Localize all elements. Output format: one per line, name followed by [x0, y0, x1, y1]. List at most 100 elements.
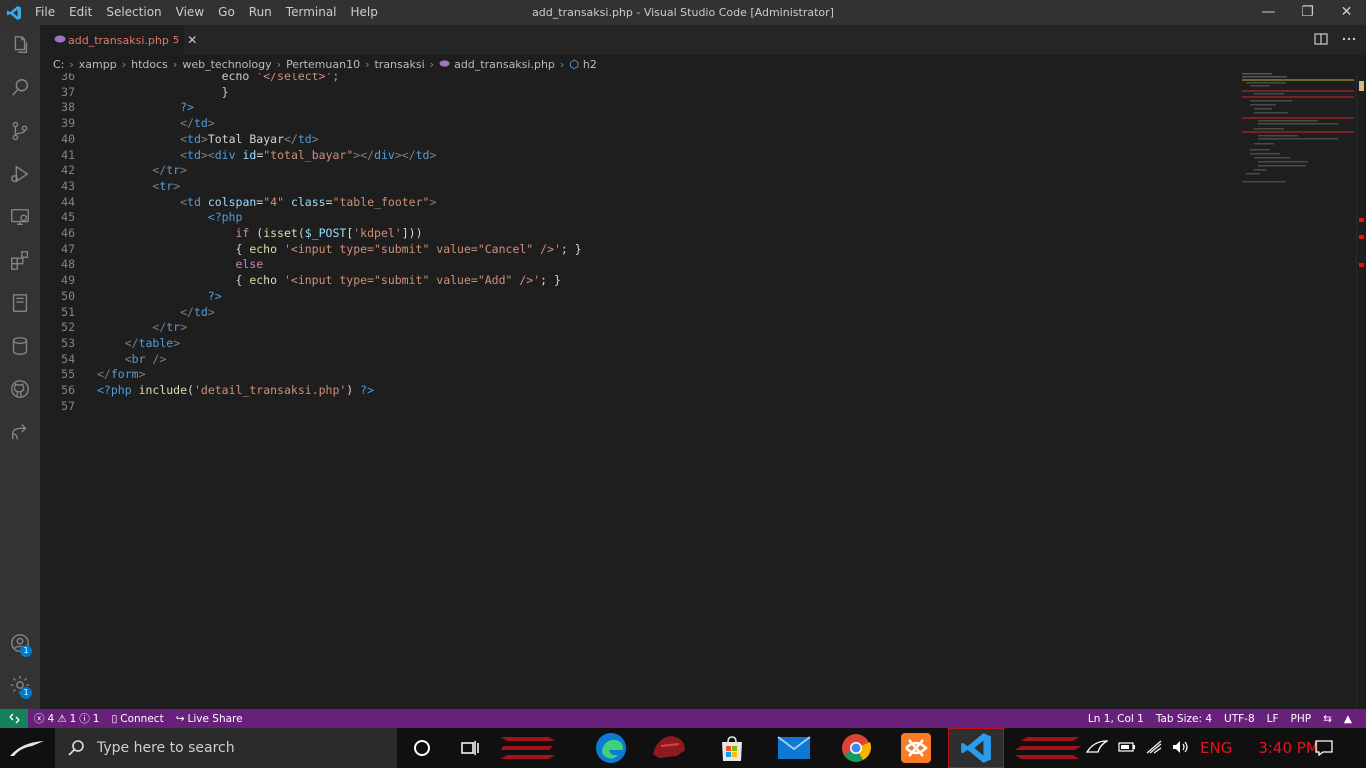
book-icon[interactable]	[0, 283, 40, 323]
code-line[interactable]: 48 else	[40, 256, 1240, 272]
start-button-icon[interactable]	[0, 728, 55, 768]
menu-go[interactable]: Go	[211, 0, 242, 25]
menu-selection[interactable]: Selection	[99, 0, 168, 25]
end-of-line[interactable]: LF	[1261, 713, 1285, 725]
tab-add-transaksi[interactable]: add_transaksi.php 5 ✕	[40, 25, 197, 55]
code-line[interactable]: 39 </td>	[40, 115, 1240, 131]
volume-icon[interactable]	[1172, 740, 1190, 757]
run-debug-icon[interactable]	[0, 154, 40, 194]
code-line[interactable]: 51 </td>	[40, 304, 1240, 320]
breadcrumb-item[interactable]: htdocs	[131, 58, 168, 71]
chevron-right-icon: ›	[69, 57, 74, 71]
problems-indicator[interactable]: ⓧ 4 ⚠ 1 ⓘ 1	[28, 711, 105, 726]
code-line[interactable]: 55 </form>	[40, 366, 1240, 382]
bell-icon[interactable]: ▲	[1338, 713, 1358, 725]
code-line[interactable]: 44 <td colspan="4" class="table_footer">	[40, 194, 1240, 210]
code-line[interactable]: 47 { echo '<input type="submit" value="C…	[40, 241, 1240, 257]
line-number: 52	[61, 320, 75, 335]
code-line[interactable]: 54 <br />	[40, 351, 1240, 367]
database-icon[interactable]	[0, 326, 40, 366]
code-line[interactable]: 40 <td>Total Bayar</td>	[40, 131, 1240, 147]
language-mode[interactable]: PHP	[1285, 713, 1318, 725]
breadcrumb-item[interactable]: h2	[583, 58, 597, 71]
code-token: echo	[97, 73, 257, 83]
breadcrumb-item[interactable]: transaksi	[374, 58, 424, 71]
line-number: 37	[61, 84, 75, 99]
code-line[interactable]: 45 <?php	[40, 209, 1240, 225]
minimize-button[interactable]: —	[1249, 0, 1288, 25]
breadcrumb-item[interactable]: xampp	[79, 58, 117, 71]
menu-help[interactable]: Help	[344, 0, 385, 25]
rog-logo-icon[interactable]	[1085, 739, 1110, 758]
connect-button[interactable]: ▯ Connect	[105, 713, 169, 725]
code-line[interactable]: 50 ?>	[40, 288, 1240, 304]
maximize-button[interactable]: ❐	[1288, 0, 1327, 25]
encoding[interactable]: UTF-8	[1218, 713, 1261, 725]
line-number: 48	[61, 257, 75, 272]
tab-size[interactable]: Tab Size: 4	[1150, 713, 1218, 725]
input-language[interactable]: ENG	[1200, 739, 1232, 757]
breadcrumb-item[interactable]: Pertemuan10	[286, 58, 360, 71]
remote-indicator-icon[interactable]	[0, 709, 28, 728]
github-icon[interactable]	[0, 369, 40, 409]
breadcrumb-item[interactable]: add_transaksi.php	[454, 58, 555, 71]
code-token: td	[187, 194, 201, 209]
menu-edit[interactable]: Edit	[62, 0, 99, 25]
menu-file[interactable]: File	[28, 0, 62, 25]
code-line[interactable]: 38 ?>	[40, 99, 1240, 115]
live-share-button[interactable]: ↪ Live Share	[170, 713, 249, 725]
wifi-icon[interactable]	[1146, 740, 1162, 757]
chrome-icon[interactable]	[828, 728, 884, 768]
code-line[interactable]: 43 <tr>	[40, 178, 1240, 194]
code-line[interactable]: 49 { echo '<input type="submit" value="A…	[40, 272, 1240, 288]
code-line[interactable]: 36 echo '</select>';	[40, 73, 1240, 84]
breadcrumb-item[interactable]: web_technology	[182, 58, 271, 71]
account-icon[interactable]: 1	[0, 623, 40, 663]
line-number: 38	[61, 100, 75, 115]
live-share-icon[interactable]	[0, 412, 40, 452]
line-number: 46	[61, 226, 75, 240]
code-token: td	[187, 131, 201, 146]
breadcrumb-item[interactable]: C:	[53, 58, 64, 71]
menu-run[interactable]: Run	[242, 0, 279, 25]
settings-gear-icon[interactable]: 1	[0, 665, 40, 705]
code-line[interactable]: 46 if (isset($_POST['kdpel']))	[40, 225, 1240, 241]
battery-icon[interactable]	[1118, 741, 1136, 756]
code-line[interactable]: 41 <td><div id="total_bayar"></div></td>	[40, 147, 1240, 163]
split-editor-icon[interactable]	[1314, 32, 1328, 49]
minimap[interactable]	[1240, 73, 1356, 709]
code-line[interactable]: 42 </tr>	[40, 162, 1240, 178]
vscode-taskbar-icon[interactable]	[948, 728, 1004, 768]
extensions-icon[interactable]	[0, 240, 40, 280]
cursor-position[interactable]: Ln 1, Col 1	[1082, 713, 1150, 725]
code-token: >	[200, 131, 208, 146]
code-text: <td colspan="4" class="table_footer">	[97, 194, 436, 210]
code-line[interactable]: 52 </tr>	[40, 319, 1240, 335]
edge-browser-icon[interactable]	[583, 728, 639, 768]
line-number: 45	[61, 210, 75, 225]
line-number: 39	[61, 116, 75, 131]
notification-center-icon[interactable]	[1300, 728, 1348, 768]
xampp-icon[interactable]	[888, 728, 944, 768]
code-line[interactable]: 37 }	[40, 84, 1240, 100]
mail-icon[interactable]	[766, 728, 822, 768]
search-icon[interactable]	[0, 68, 40, 108]
files-icon[interactable]	[0, 25, 40, 65]
microsoft-store-icon[interactable]	[704, 728, 760, 768]
task-view-icon[interactable]	[442, 728, 498, 768]
close-window-button[interactable]: ✕	[1327, 0, 1366, 25]
remote-explorer-icon[interactable]	[0, 197, 40, 237]
code-editor[interactable]: 36 echo '</select>'; 37 } 38 ?> 39 </td> 40 …	[40, 73, 1240, 709]
tab-close-button[interactable]: ✕	[187, 33, 197, 47]
editor-scrollbar[interactable]	[1356, 73, 1366, 709]
code-line[interactable]: 57	[40, 398, 1240, 414]
live-share-icon[interactable]: ⇆	[1317, 713, 1338, 725]
code-line[interactable]: 56 <?php include('detail_transaksi.php') …	[40, 382, 1240, 398]
taskbar-search[interactable]: Type here to search	[55, 728, 397, 768]
source-control-icon[interactable]	[0, 111, 40, 151]
code-line[interactable]: 53 </table>	[40, 335, 1240, 351]
menu-terminal[interactable]: Terminal	[279, 0, 344, 25]
game-app-icon[interactable]	[641, 728, 697, 768]
more-actions-icon[interactable]	[1342, 32, 1356, 49]
menu-view[interactable]: View	[169, 0, 211, 25]
